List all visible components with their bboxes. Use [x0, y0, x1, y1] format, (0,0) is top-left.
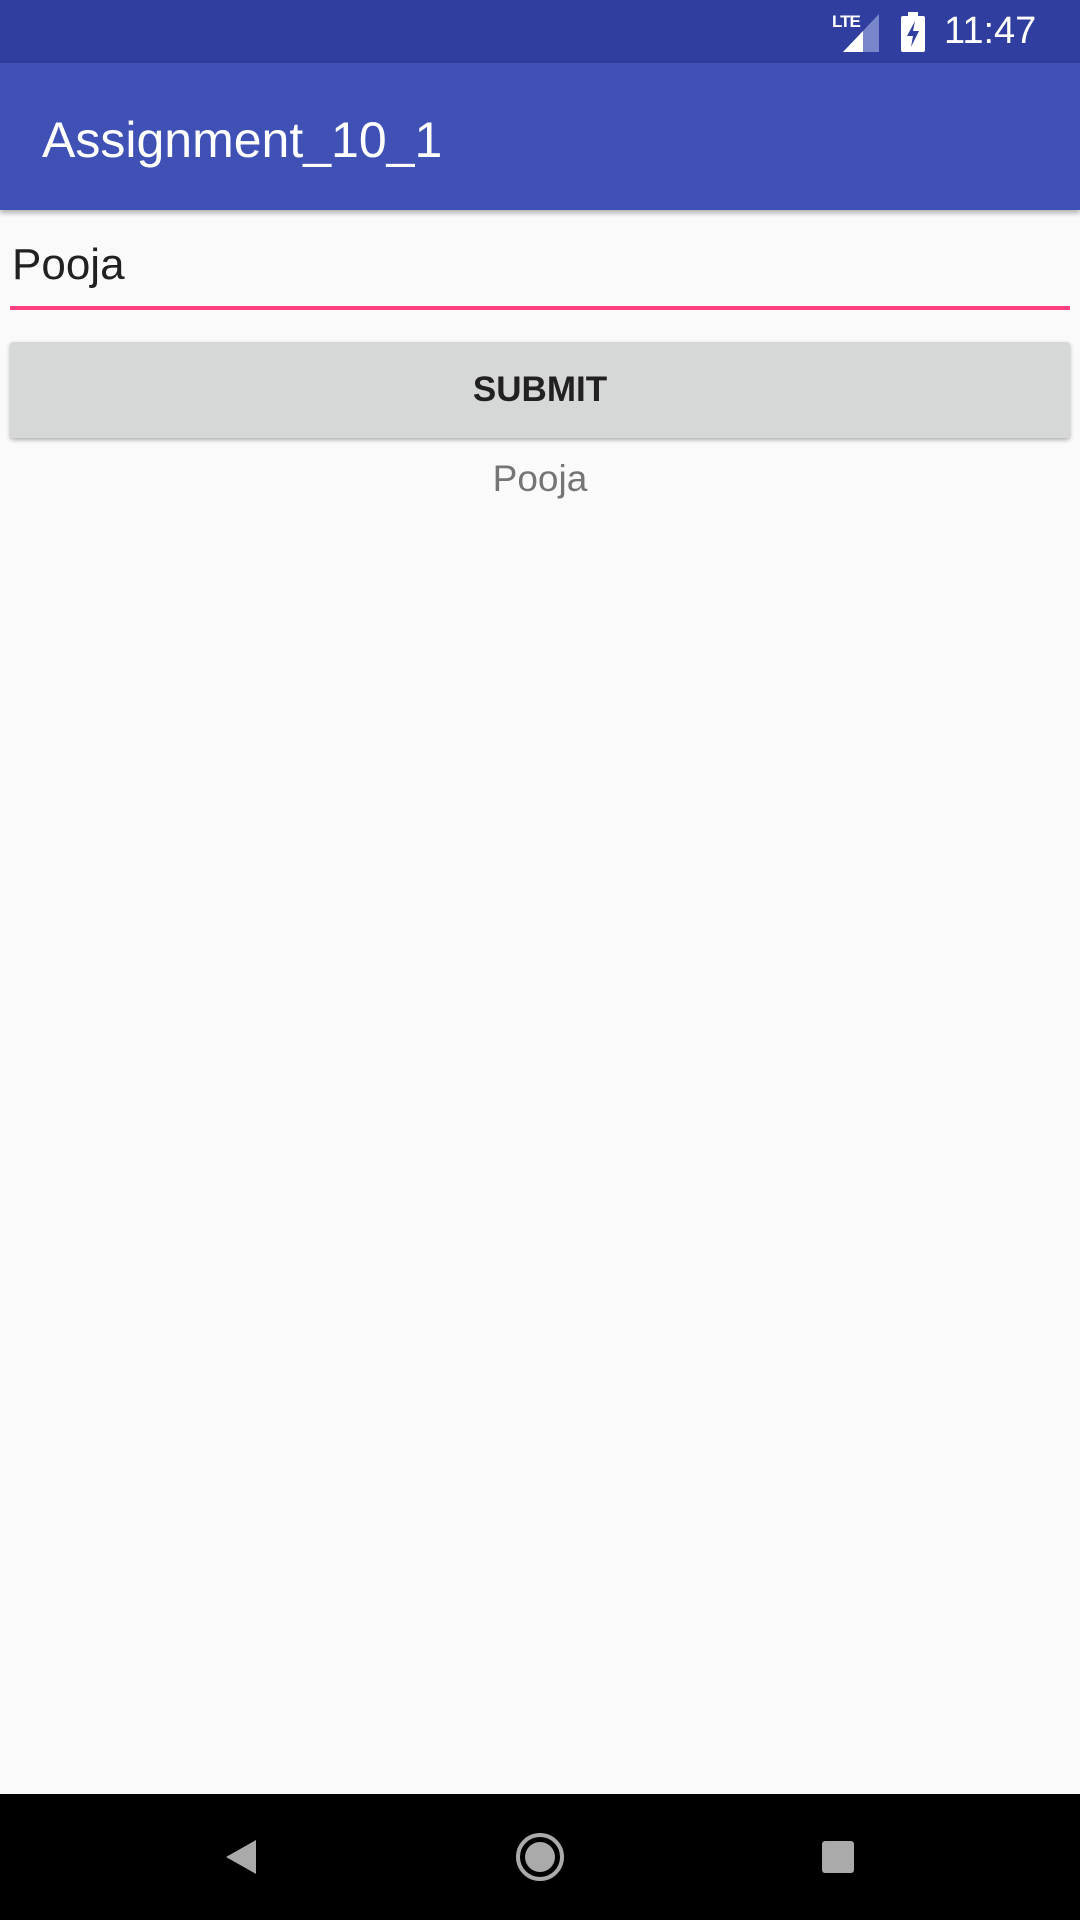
navigation-bar: [0, 1794, 1080, 1920]
app-bar: Assignment_10_1: [0, 63, 1080, 210]
status-bar: LTE 11:47: [0, 0, 1080, 63]
name-input[interactable]: [10, 238, 1070, 310]
recents-icon[interactable]: [820, 1822, 856, 1892]
back-icon[interactable]: [222, 1822, 258, 1892]
submit-button[interactable]: SUBMIT: [10, 342, 1070, 438]
app-title: Assignment_10_1: [42, 112, 443, 168]
clock: 11:47: [944, 10, 1037, 52]
signal-icon: [843, 14, 879, 52]
home-icon[interactable]: [512, 1822, 568, 1892]
result-text: Pooja: [492, 458, 588, 499]
battery-charging-icon: [901, 12, 925, 52]
